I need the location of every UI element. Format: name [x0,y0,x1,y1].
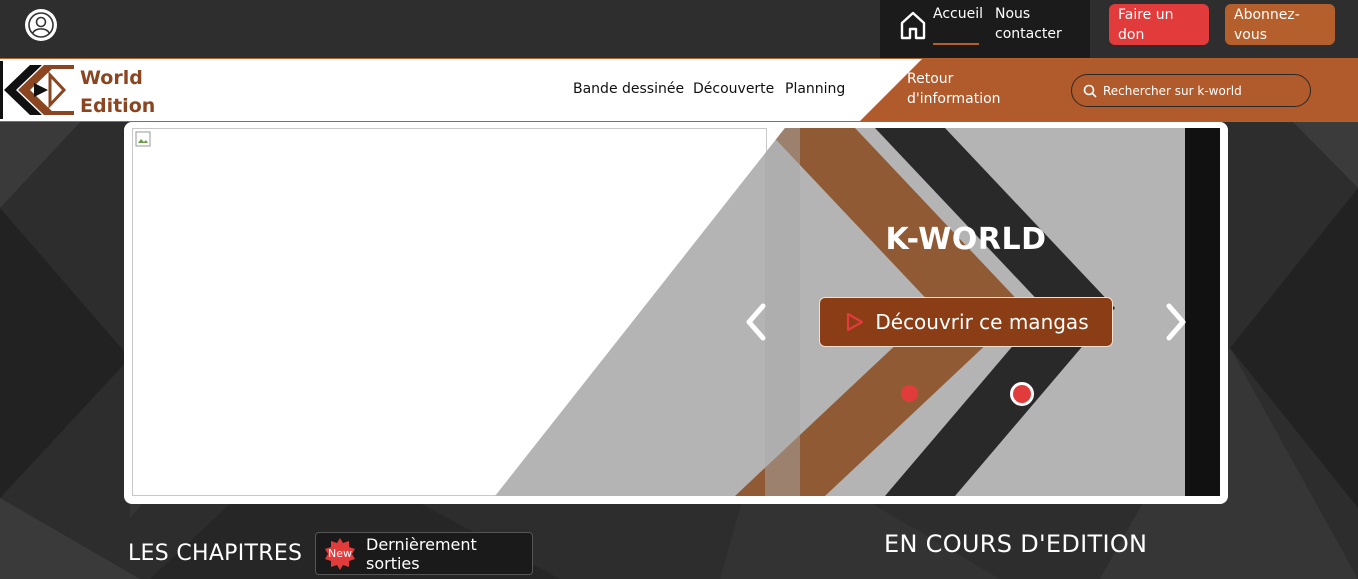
discover-button[interactable]: Découvrir ce mangas [819,297,1113,347]
in-progress-heading: EN COURS D'EDITION [884,530,1148,558]
slider-next-button[interactable] [1161,300,1191,344]
logo-icon[interactable] [0,61,76,119]
nav-bande-dessinee[interactable]: Bande dessinée [573,79,684,99]
slide-title: K-WORLD [885,222,1047,257]
nav-feedback-label: Retour d'information [907,71,1001,107]
active-nav-underline [933,43,979,45]
slider-dot-1[interactable] [901,385,918,402]
new-badge-label: New [328,546,352,560]
discover-button-label: Découvrir ce mangas [875,310,1089,334]
logo-line2: Edition [80,95,156,117]
nav-planning[interactable]: Planning [785,79,845,99]
user-account-icon[interactable] [25,9,57,41]
main-header: World Edition Bande dessinée Découverte … [0,58,1358,122]
logo-text[interactable]: World Edition [80,64,155,120]
logo-line1: World [80,67,143,89]
recent-releases-label: Dernièrement sorties [366,534,477,573]
nav-accueil[interactable]: Accueil [933,4,983,24]
chevron-left-icon [746,303,766,341]
nav-feedback[interactable]: Retour d'information [907,69,1007,109]
new-badge-icon: New [324,537,356,570]
play-icon [847,312,864,332]
home-icon[interactable] [899,10,927,40]
top-bar: Accueil Nous contacter Faire un don Abon… [0,0,1358,58]
search-bar[interactable] [1071,74,1311,107]
slider-prev-button[interactable] [741,300,771,344]
subscribe-button[interactable]: Abonnez-vous [1225,4,1335,45]
donate-button[interactable]: Faire un don [1109,4,1209,45]
chapters-heading: LES CHAPITRES [128,541,303,566]
chevron-right-icon [1166,303,1186,341]
recent-releases-button[interactable]: New Dernièrement sorties [315,532,533,575]
broken-image-icon [135,131,151,147]
search-icon [1083,84,1097,98]
search-input[interactable] [1103,83,1303,98]
nav-contact[interactable]: Nous contacter [995,4,1075,44]
nav-decouverte[interactable]: Découverte [693,79,774,99]
slider-dot-2-active[interactable] [1010,382,1034,406]
